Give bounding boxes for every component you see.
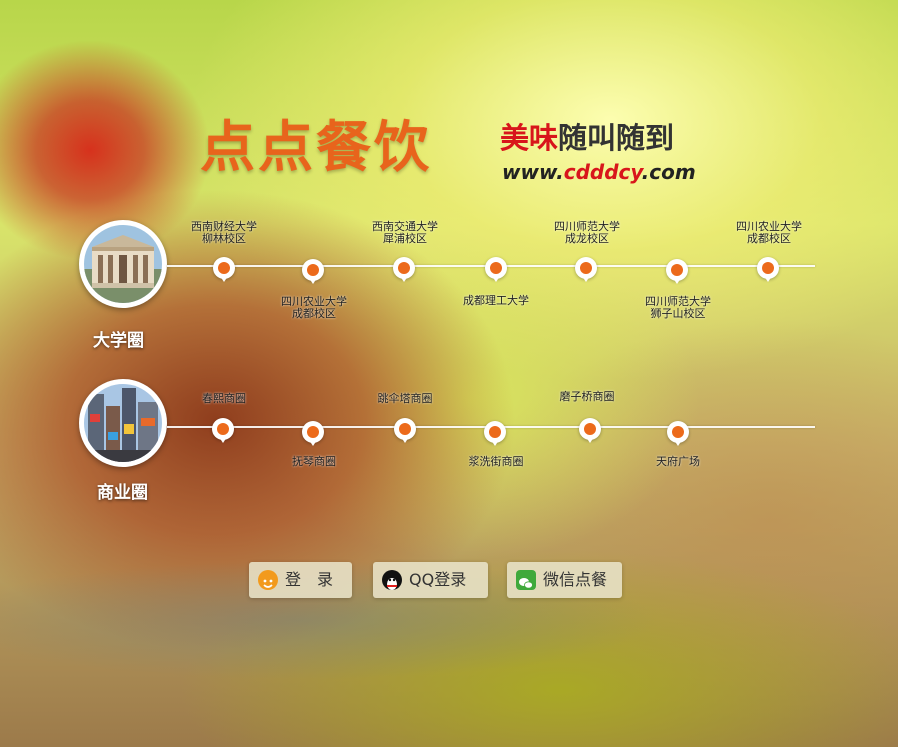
slogan-red: 美味 bbox=[500, 121, 559, 155]
smiley-icon bbox=[258, 570, 278, 590]
university-circle-label: 大学圈 bbox=[93, 331, 144, 351]
pin-moziqiao[interactable] bbox=[579, 418, 601, 443]
wechat-order-button[interactable]: 微信点餐 bbox=[507, 562, 622, 598]
label-sicau-2[interactable]: 四川农业大学 成都校区 bbox=[714, 221, 824, 245]
pin-sicau-2[interactable] bbox=[757, 257, 779, 282]
pin-swjtu[interactable] bbox=[393, 257, 415, 282]
label-fuqin[interactable]: 抚琴商圈 bbox=[259, 456, 369, 468]
login-button-label: 登 录 bbox=[285, 570, 334, 589]
pin-sicau-1[interactable] bbox=[302, 259, 324, 284]
university-circle[interactable] bbox=[79, 220, 167, 308]
qq-login-label: QQ登录 bbox=[409, 570, 467, 589]
label-tiaosanta[interactable]: 跳伞塔商圈 bbox=[350, 393, 460, 405]
url-prefix: www. bbox=[502, 160, 564, 184]
label-sicau-1[interactable]: 四川农业大学 成都校区 bbox=[259, 296, 369, 320]
url-suffix: .com bbox=[641, 160, 696, 184]
pin-tianfu[interactable] bbox=[667, 421, 689, 446]
pin-cdut[interactable] bbox=[485, 257, 507, 282]
pin-tiaosanta[interactable] bbox=[394, 418, 416, 443]
pin-fuqin[interactable] bbox=[302, 421, 324, 446]
business-district-image bbox=[84, 384, 162, 462]
business-circle-label: 商业圈 bbox=[97, 483, 148, 503]
pin-chunxi[interactable] bbox=[212, 418, 234, 443]
label-moziqiao[interactable]: 磨子桥商圈 bbox=[532, 391, 642, 403]
label-jiangxijie[interactable]: 浆洗街商圈 bbox=[441, 456, 551, 468]
pin-swufe[interactable] bbox=[213, 257, 235, 282]
site-url: www.cdddcy.com bbox=[502, 160, 696, 184]
label-chunxi[interactable]: 春熙商圈 bbox=[169, 393, 279, 405]
qq-login-button[interactable]: QQ登录 bbox=[373, 562, 488, 598]
login-button[interactable]: 登 录 bbox=[249, 562, 352, 598]
label-tianfu[interactable]: 天府广场 bbox=[623, 456, 733, 468]
background-photo bbox=[0, 0, 898, 747]
label-sicnu-shizishan[interactable]: 四川师范大学 狮子山校区 bbox=[623, 296, 733, 320]
url-domain: cdddcy bbox=[563, 160, 642, 184]
business-circle[interactable] bbox=[79, 379, 167, 467]
university-building-image bbox=[84, 225, 162, 303]
slogan: 美味随叫随到 bbox=[500, 121, 674, 155]
slogan-rest: 随叫随到 bbox=[558, 121, 675, 155]
wechat-order-label: 微信点餐 bbox=[543, 570, 608, 589]
qq-penguin-icon bbox=[382, 570, 402, 590]
pin-sicnu-chenglong[interactable] bbox=[575, 257, 597, 282]
label-sicnu-chenglong[interactable]: 四川师范大学 成龙校区 bbox=[532, 221, 642, 245]
label-swufe[interactable]: 西南财经大学 柳林校区 bbox=[169, 221, 279, 245]
site-logo: 点点餐饮 bbox=[200, 115, 433, 179]
pin-sicnu-shizishan[interactable] bbox=[666, 259, 688, 284]
pin-jiangxijie[interactable] bbox=[484, 421, 506, 446]
wechat-icon bbox=[516, 570, 536, 590]
label-cdut[interactable]: 成都理工大学 bbox=[441, 295, 551, 307]
label-swjtu[interactable]: 西南交通大学 犀浦校区 bbox=[350, 221, 460, 245]
